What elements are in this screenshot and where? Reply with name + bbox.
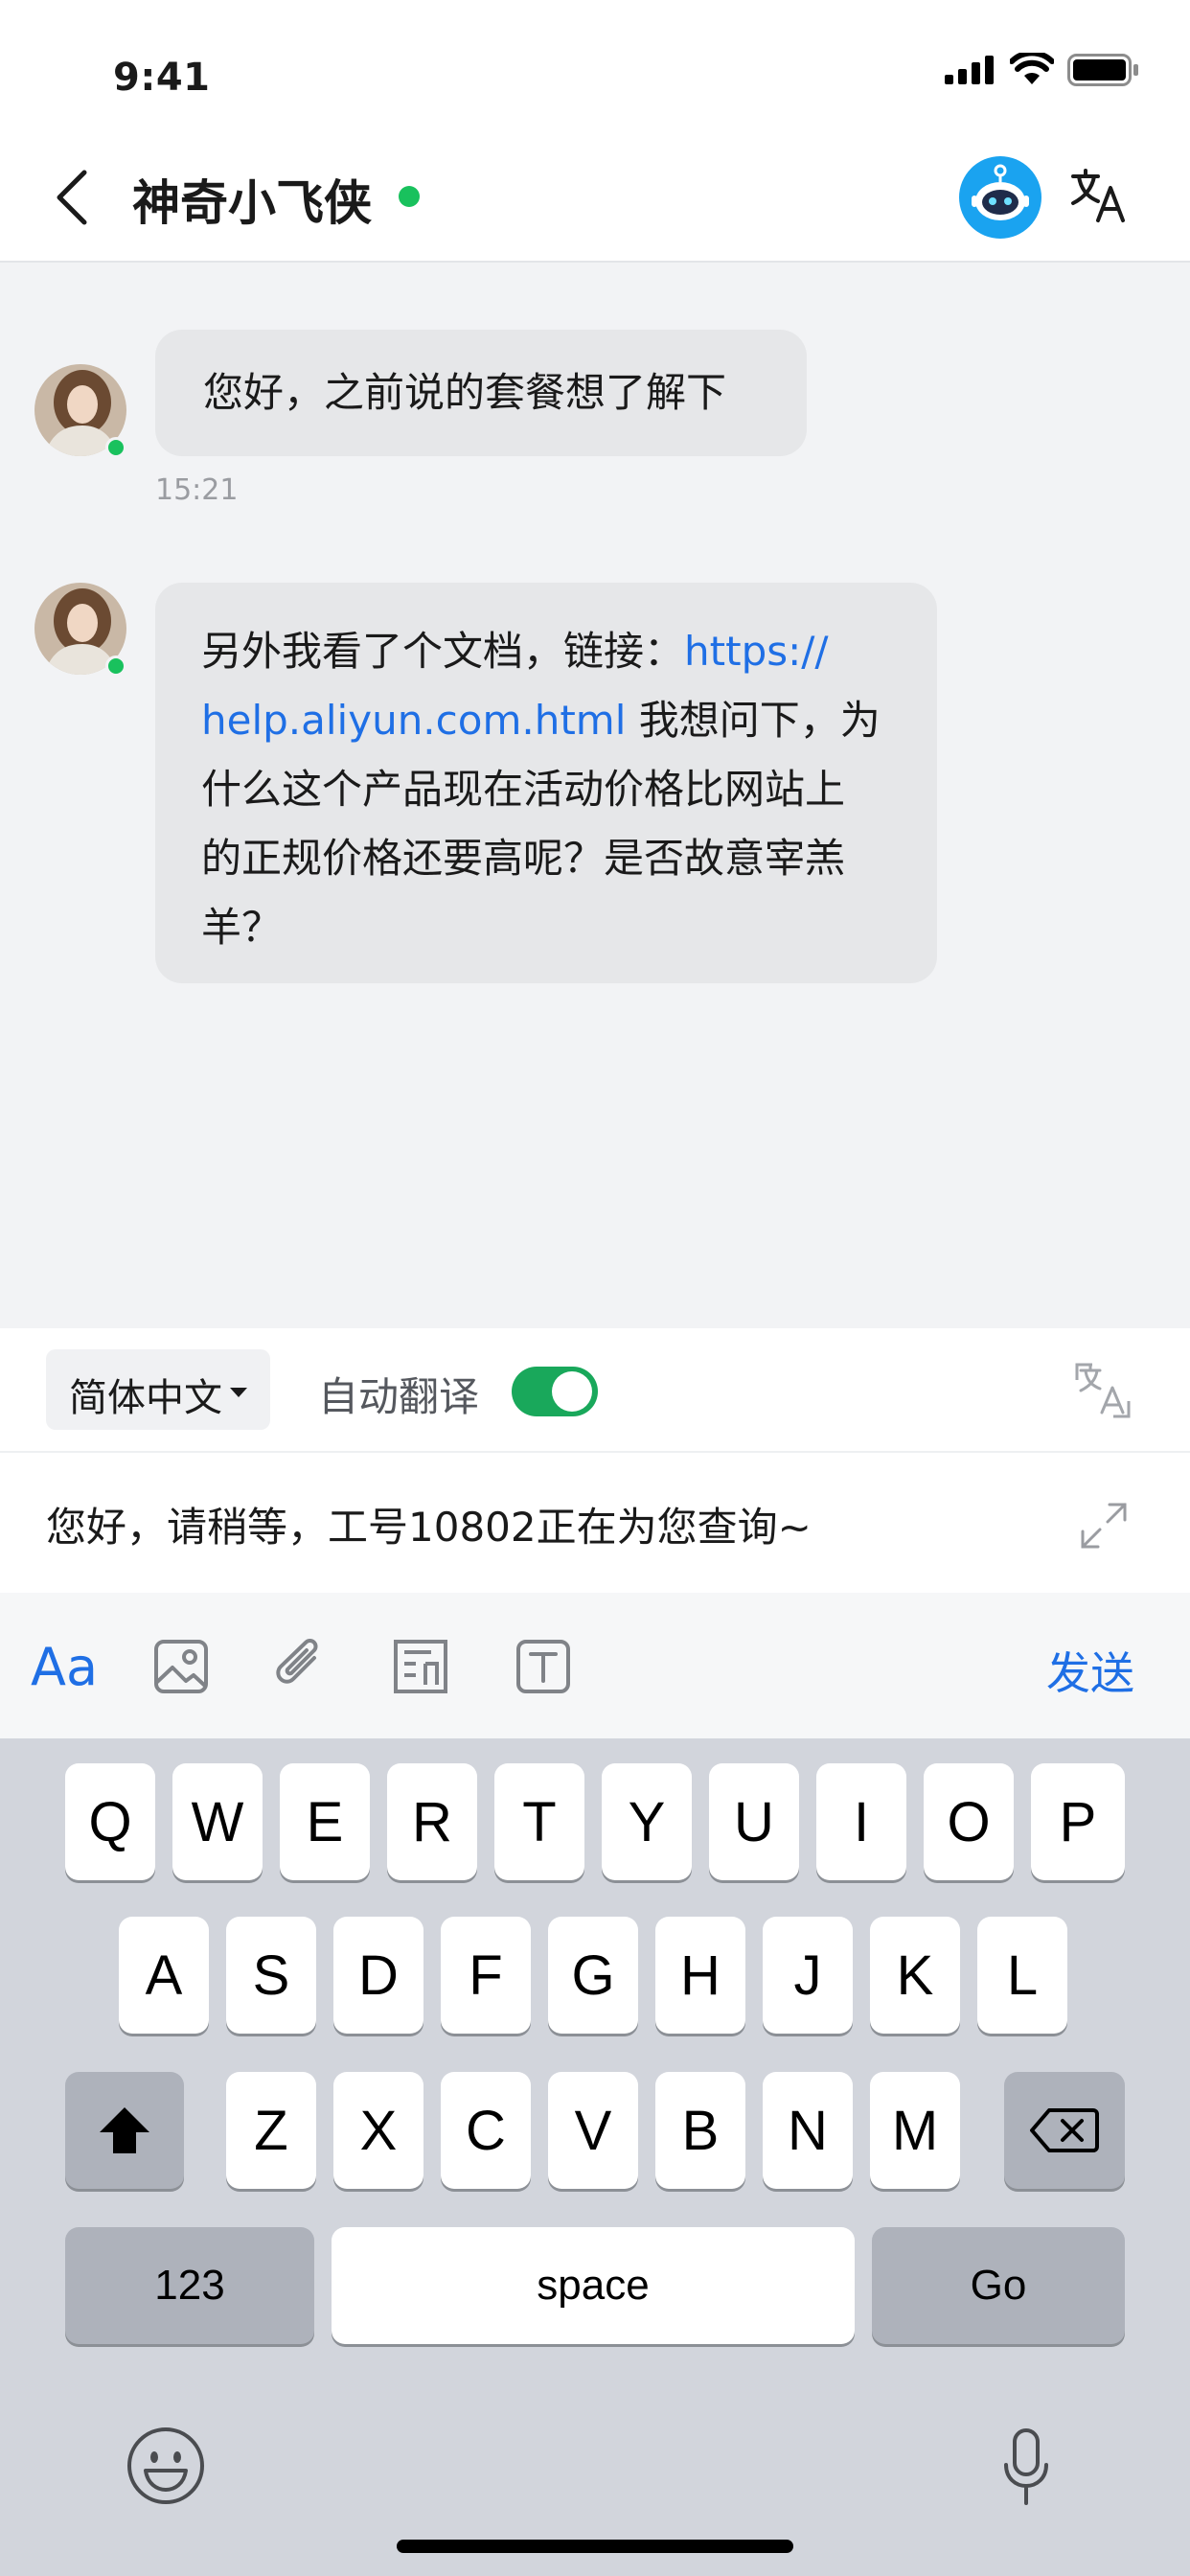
key-t[interactable]: T	[494, 1763, 584, 1880]
microphone-icon[interactable]	[1002, 2428, 1050, 2507]
key-g[interactable]: G	[548, 1917, 638, 2034]
message-timestamp: 15:21	[155, 473, 239, 507]
emoji-icon[interactable]	[126, 2426, 205, 2505]
message-line: 另外我看了个文档，链接：https://	[201, 628, 829, 675]
key-y[interactable]: Y	[602, 1763, 692, 1880]
message-line: 羊？	[201, 904, 283, 951]
key-v[interactable]: V	[548, 2072, 638, 2189]
caret-down-icon	[230, 1388, 247, 1397]
message-line: help.aliyun.com.html 我想问下，为	[201, 697, 881, 744]
message-link[interactable]: https://	[684, 628, 829, 675]
language-select-label: 简体中文	[69, 1376, 222, 1420]
battery-icon	[1067, 54, 1138, 86]
translate-icon[interactable]	[1075, 1363, 1131, 1418]
key-m[interactable]: M	[870, 2072, 960, 2189]
toggle-knob	[552, 1371, 592, 1412]
key-n[interactable]: N	[763, 2072, 853, 2189]
space-key[interactable]: space	[332, 2227, 855, 2344]
robot-assistant-icon[interactable]	[958, 155, 1042, 240]
key-k[interactable]: K	[870, 1917, 960, 2034]
status-time: 9:41	[113, 56, 211, 100]
message-text: 您好，之前说的套餐想了解下	[203, 369, 727, 416]
attachment-icon[interactable]	[272, 1637, 330, 1696]
key-s[interactable]: S	[226, 1917, 316, 2034]
translate-icon[interactable]	[1069, 167, 1127, 224]
key-f[interactable]: F	[441, 1917, 531, 2034]
key-j[interactable]: J	[763, 1917, 853, 2034]
message-line: 什么这个产品现在活动价格比网站上	[201, 766, 846, 813]
send-button[interactable]: 发送	[1046, 1639, 1134, 1702]
key-b[interactable]: B	[655, 2072, 745, 2189]
key-h[interactable]: H	[655, 1917, 745, 2034]
key-o[interactable]: O	[924, 1763, 1014, 1880]
numbers-key[interactable]: 123	[65, 2227, 314, 2344]
expand-icon[interactable]	[1079, 1501, 1129, 1551]
message-input[interactable]: 您好，请稍等，工号10802正在为您查询~	[46, 1495, 812, 1553]
key-c[interactable]: C	[441, 2072, 531, 2189]
key-x[interactable]: X	[333, 2072, 423, 2189]
online-status-dot	[399, 186, 420, 207]
cellular-signal-icon	[945, 56, 994, 84]
key-q[interactable]: Q	[65, 1763, 155, 1880]
text-box-icon[interactable]	[515, 1639, 571, 1694]
key-u[interactable]: U	[709, 1763, 799, 1880]
wifi-icon	[1010, 53, 1054, 84]
image-icon[interactable]	[153, 1639, 209, 1694]
message-bubble[interactable]: 另外我看了个文档，链接：https:// help.aliyun.com.htm…	[155, 583, 937, 983]
key-p[interactable]: P	[1031, 1763, 1125, 1880]
shift-key[interactable]	[65, 2072, 184, 2189]
key-d[interactable]: D	[333, 1917, 423, 2034]
contact-name: 神奇小飞侠	[132, 175, 372, 231]
key-z[interactable]: Z	[226, 2072, 316, 2189]
backspace-icon	[1030, 2108, 1099, 2152]
key-r[interactable]: R	[387, 1763, 477, 1880]
avatar-online-dot	[105, 437, 126, 458]
key-i[interactable]: I	[816, 1763, 906, 1880]
delete-key[interactable]	[1004, 2072, 1125, 2189]
font-format-button[interactable]: Aa	[31, 1637, 98, 1697]
message-bubble[interactable]: 您好，之前说的套餐想了解下	[155, 330, 807, 456]
home-indicator	[397, 2540, 793, 2553]
key-w[interactable]: W	[172, 1763, 263, 1880]
go-key[interactable]: Go	[872, 2227, 1125, 2344]
key-l[interactable]: L	[977, 1917, 1067, 2034]
key-a[interactable]: A	[119, 1917, 209, 2034]
back-icon[interactable]	[54, 169, 92, 226]
key-e[interactable]: E	[280, 1763, 370, 1880]
auto-translate-label: 自动翻译	[318, 1373, 480, 1420]
message-link[interactable]: help.aliyun.com.html	[201, 697, 626, 744]
avatar-online-dot	[105, 656, 126, 677]
shift-icon	[100, 2107, 149, 2153]
message-line: 的正规价格还要高呢？是否故意宰羔	[201, 835, 846, 882]
document-icon[interactable]	[393, 1639, 448, 1694]
